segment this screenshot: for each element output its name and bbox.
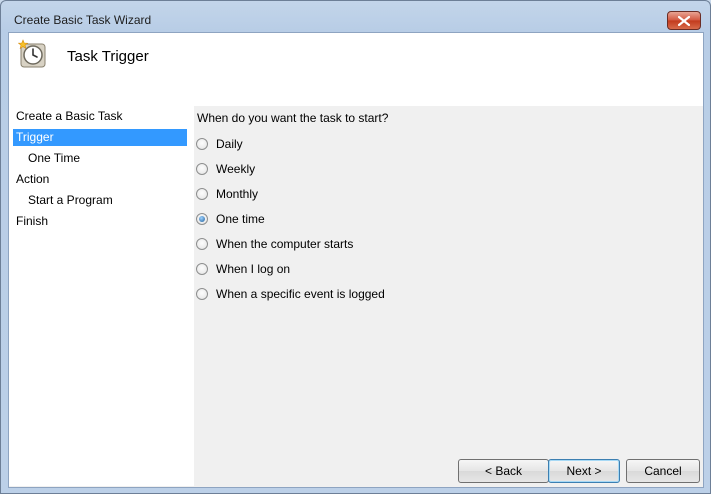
cancel-button[interactable]: Cancel [626,459,700,483]
radio-button[interactable] [196,188,208,200]
radio-label[interactable]: When the computer starts [216,237,353,251]
radio-option-computer-starts[interactable]: When the computer starts [196,236,353,252]
nav-step-start-a-program[interactable]: Start a Program [13,192,187,209]
radio-option-daily[interactable]: Daily [196,136,243,152]
radio-option-log-on[interactable]: When I log on [196,261,290,277]
radio-button[interactable] [196,138,208,150]
trigger-question: When do you want the task to start? [197,111,389,125]
close-button[interactable] [667,11,701,30]
close-icon [678,15,690,26]
radio-button[interactable] [196,263,208,275]
back-button[interactable]: < Back [458,459,549,483]
radio-label[interactable]: Monthly [216,187,258,201]
wizard-client-area: Task Trigger Create a Basic Task Trigger… [8,32,704,488]
nav-step-create-basic-task[interactable]: Create a Basic Task [13,108,187,125]
radio-option-monthly[interactable]: Monthly [196,186,258,202]
radio-button[interactable] [196,238,208,250]
title-bar[interactable]: Create Basic Task Wizard [1,1,710,32]
radio-label[interactable]: Weekly [216,162,255,176]
page-title: Task Trigger [67,48,149,65]
radio-button-checked[interactable] [196,213,208,225]
clock-icon [18,39,46,68]
radio-option-event-logged[interactable]: When a specific event is logged [196,286,385,302]
radio-label[interactable]: Daily [216,137,243,151]
radio-button[interactable] [196,288,208,300]
wizard-window: Create Basic Task Wizard Task Trigger Cr… [0,0,711,494]
window-title: Create Basic Task Wizard [14,13,152,27]
radio-label[interactable]: When I log on [216,262,290,276]
radio-label[interactable]: One time [216,212,265,226]
nav-step-action[interactable]: Action [13,171,187,188]
radio-button[interactable] [196,163,208,175]
radio-option-one-time[interactable]: One time [196,211,265,227]
wizard-header: Task Trigger [9,33,703,106]
next-button[interactable]: Next > [548,459,620,483]
nav-step-finish[interactable]: Finish [13,213,187,230]
radio-option-weekly[interactable]: Weekly [196,161,255,177]
nav-step-trigger[interactable]: Trigger [13,129,187,146]
radio-label[interactable]: When a specific event is logged [216,287,385,301]
nav-step-one-time[interactable]: One Time [13,150,187,167]
wizard-steps-nav: Create a Basic Task Trigger One Time Act… [9,106,194,486]
